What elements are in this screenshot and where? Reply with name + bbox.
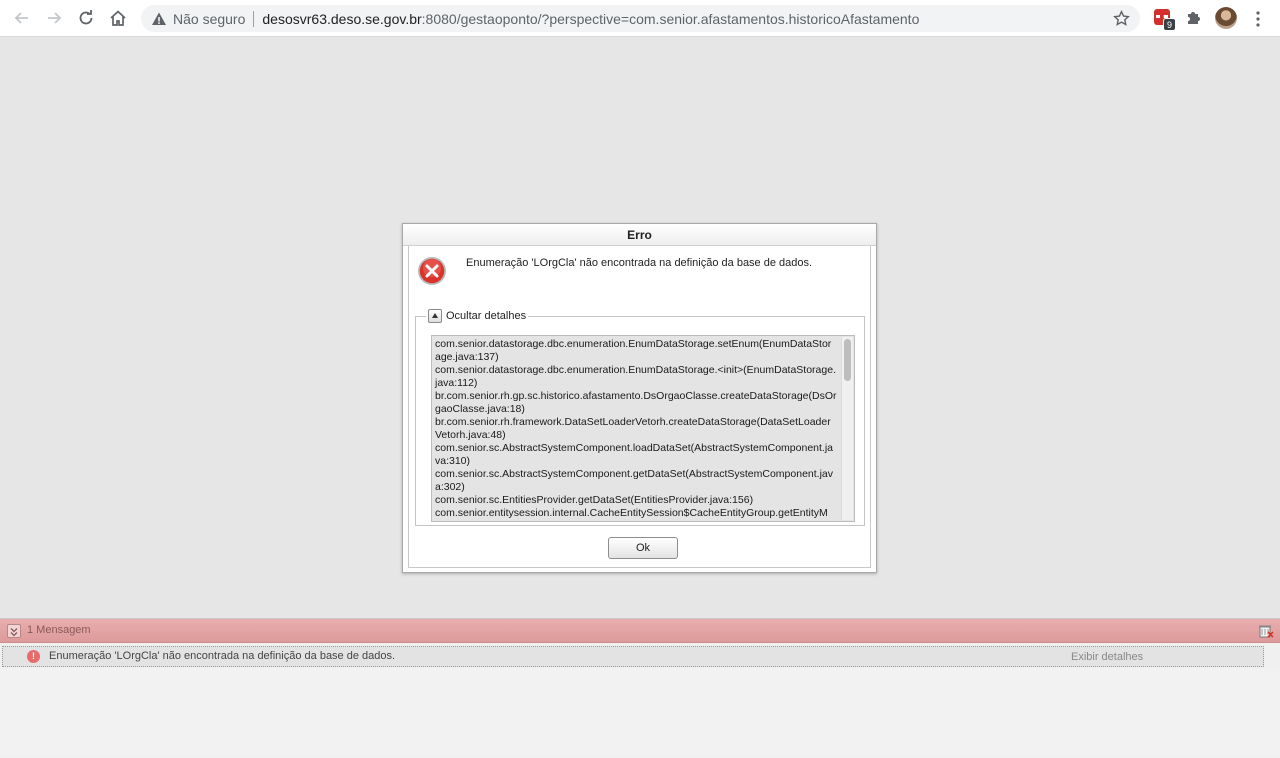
hide-details-label[interactable]: Ocultar detalhes [446, 310, 526, 322]
double-chevron-down-icon [10, 628, 18, 637]
message-row-text: Enumeração 'LOrgCla' não encontrada na d… [49, 650, 396, 662]
profile-avatar[interactable] [1215, 7, 1237, 29]
reload-icon [79, 10, 93, 25]
dialog-title: Erro [403, 224, 876, 246]
home-button[interactable] [106, 6, 130, 30]
error-icon [418, 257, 446, 285]
dialog-body: Enumeração 'LOrgCla' não encontrada na d… [408, 246, 871, 568]
stack-trace-line: com.senior.sc.AbstractSystemComponent.ge… [435, 468, 834, 493]
message-count: 1 Mensagem [27, 624, 91, 636]
message-panel: 1 Mensagem ! Enumeração 'LOrgCla' não en… [0, 618, 1280, 758]
stack-trace-line: com.senior.entitysession.internal.CacheE… [435, 507, 828, 519]
puzzle-extensions-icon[interactable] [1185, 8, 1203, 26]
stack-trace-line: com.senior.datastorage.dbc.enumeration.E… [435, 364, 836, 389]
address-bar[interactable]: Não seguro desosvr63.deso.se.gov.br:8080… [141, 5, 1140, 32]
stack-trace-line: com.senior.sc.EntitiesProvider.getDataSe… [435, 494, 754, 506]
stack-trace-line: br.com.senior.rh.gp.sc.historico.afastam… [435, 390, 837, 415]
message-panel-header: 1 Mensagem [0, 619, 1280, 643]
ok-button[interactable]: Ok [608, 537, 678, 559]
details-legend: Ocultar detalhes [426, 309, 529, 323]
error-dialog: Erro Enumeração 'LOrgCla' não encontrada… [402, 223, 877, 573]
stack-trace-text: com.senior.datastorage.dbc.enumeration.E… [435, 338, 837, 520]
url-text[interactable]: desosvr63.deso.se.gov.br:8080/gestaopont… [262, 11, 919, 27]
collapse-chevron-icon[interactable] [7, 624, 21, 638]
stack-trace-line: com.senior.sc.AbstractSystemComponent.lo… [435, 442, 834, 467]
arrow-left-icon [14, 12, 28, 24]
bookmark-star-icon[interactable] [1113, 10, 1130, 27]
address-separator [253, 10, 255, 27]
more-menu-icon[interactable] [1251, 10, 1265, 28]
hide-details-toggle[interactable] [428, 309, 442, 323]
error-small-icon: ! [27, 650, 40, 663]
message-list-area [0, 669, 1280, 757]
forward-button[interactable] [42, 6, 66, 30]
scrollbar-thumb[interactable] [844, 339, 851, 381]
stack-trace-line: br.com.senior.rh.framework.DataSetLoader… [435, 416, 831, 441]
arrow-right-icon [48, 12, 62, 24]
url-host: desosvr63.deso.se.gov.br [262, 10, 422, 27]
error-message: Enumeração 'LOrgCla' não encontrada na d… [466, 257, 813, 269]
warning-icon [152, 12, 166, 25]
reload-button[interactable] [74, 6, 98, 30]
clear-messages-icon[interactable] [1258, 624, 1274, 638]
message-row[interactable]: ! Enumeração 'LOrgCla' não encontrada na… [2, 646, 1264, 667]
url-path: :8080/gestaoponto/?perspective=com.senio… [421, 10, 920, 27]
show-details-link[interactable]: Exibir detalhes [1071, 651, 1143, 663]
browser-toolbar: Não seguro desosvr63.deso.se.gov.br:8080… [0, 0, 1280, 37]
stack-trace-scrollbar[interactable] [841, 337, 853, 520]
stack-trace-line: com.senior.datastorage.dbc.enumeration.E… [435, 338, 832, 363]
security-status[interactable]: Não seguro [173, 11, 245, 27]
home-icon [110, 10, 126, 26]
stack-trace-box[interactable]: com.senior.datastorage.dbc.enumeration.E… [431, 335, 855, 522]
details-fieldset: Ocultar detalhes com.senior.datastorage.… [415, 309, 865, 526]
extension-badge-count: 9 [1163, 18, 1176, 31]
back-button[interactable] [10, 6, 34, 30]
